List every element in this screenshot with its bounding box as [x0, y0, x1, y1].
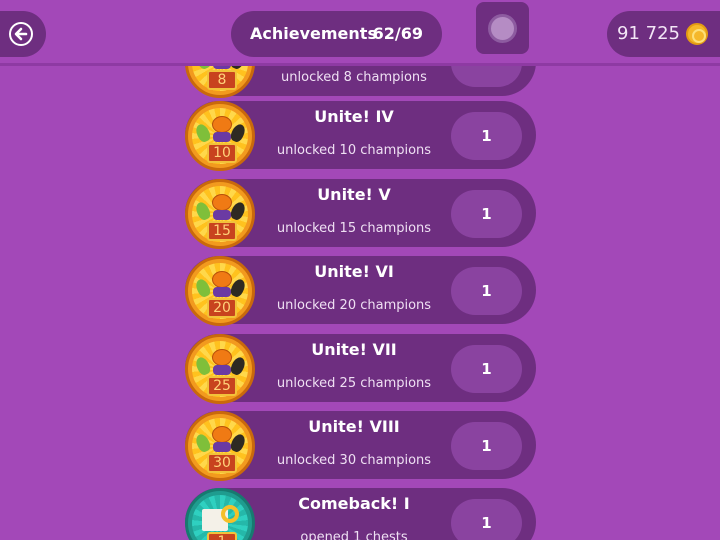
back-button[interactable]	[0, 11, 46, 57]
achievement-desc: unlocked 20 champions	[276, 298, 432, 313]
champion-badge-icon: 30	[185, 411, 255, 481]
achievement-name: Unite! VIII	[308, 417, 400, 436]
achievement-level: 1	[451, 422, 522, 470]
achievement-desc: unlocked 8 champions	[281, 70, 427, 85]
achievement-name: Comeback! I	[298, 494, 410, 513]
achievement-row-3[interactable]: 20 Unite! VI unlocked 20 champions 1	[185, 256, 536, 326]
coin-amount: 91 725	[617, 23, 680, 44]
achievement-level: 1	[451, 267, 522, 315]
achievement-row-2[interactable]: 15 Unite! V unlocked 15 champions 1	[185, 179, 536, 249]
achievement-desc: opened 1 chests	[300, 530, 408, 540]
achievements-count: 62/69	[372, 24, 423, 43]
coin-icon	[686, 23, 708, 45]
back-arrow-icon	[9, 22, 33, 46]
champion-badge-icon: 25	[185, 334, 255, 404]
circle-icon	[488, 14, 517, 43]
achievement-level: 1	[451, 190, 522, 238]
top-bar: Achievements 62/69 91 725	[0, 0, 720, 66]
achievement-name: Unite! V	[317, 185, 391, 204]
key-chest-badge-icon: 1	[185, 488, 255, 540]
badge-number: 25	[207, 376, 237, 396]
achievement-name: Unite! VI	[314, 262, 394, 281]
champion-badge-icon: 15	[185, 179, 255, 249]
achievement-desc: unlocked 30 champions	[276, 453, 432, 468]
badge-number: 30	[207, 453, 237, 473]
badge-number: 20	[207, 298, 237, 318]
badge-number: 8	[207, 70, 237, 90]
badge-number: 15	[207, 221, 237, 241]
achievements-header: Achievements 62/69	[231, 11, 442, 57]
achievement-desc: unlocked 15 champions	[276, 221, 432, 236]
menu-button[interactable]	[476, 2, 529, 54]
champion-badge-icon: 10	[185, 101, 255, 171]
achievement-level: 1	[451, 112, 522, 160]
champion-badge-icon: 20	[185, 256, 255, 326]
achievement-name: Unite! IV	[314, 107, 394, 126]
achievement-level: 1	[451, 499, 522, 540]
page-title: Achievements	[250, 24, 377, 43]
achievement-name: Unite! VII	[311, 340, 397, 359]
achievement-row-6[interactable]: 1 Comeback! I opened 1 chests 1	[185, 488, 536, 540]
badge-number: 10	[207, 143, 237, 163]
achievement-level: 1	[451, 345, 522, 393]
achievement-desc: unlocked 25 champions	[276, 376, 432, 391]
achievement-desc: unlocked 10 champions	[276, 143, 432, 158]
achievement-row-1[interactable]: 10 Unite! IV unlocked 10 champions 1	[185, 101, 536, 171]
badge-number: 1	[207, 532, 237, 540]
achievement-row-4[interactable]: 25 Unite! VII unlocked 25 champions 1	[185, 334, 536, 404]
achievement-row-5[interactable]: 30 Unite! VIII unlocked 30 champions 1	[185, 411, 536, 481]
